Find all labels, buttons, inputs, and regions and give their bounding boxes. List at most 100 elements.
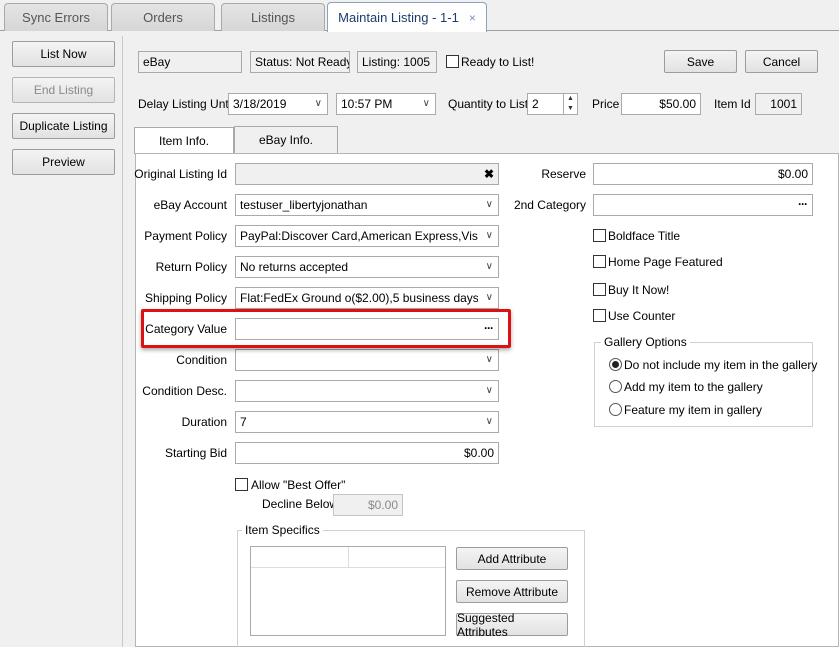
chevron-down-icon: ∨ <box>485 261 493 272</box>
condition-select[interactable]: ∨ <box>235 349 499 371</box>
spin-up-icon[interactable]: ▲ <box>564 94 577 104</box>
starting-bid-field[interactable]: $0.00 <box>235 442 499 464</box>
second-category-field[interactable]: ··· <box>593 194 813 216</box>
ready-to-list-checkbox[interactable] <box>446 55 459 68</box>
buy-it-now-label: Buy It Now! <box>608 283 670 297</box>
return-policy-label: Return Policy <box>155 260 227 274</box>
tab-listings[interactable]: Listings <box>221 3 325 31</box>
shipping-policy-value: Flat:FedEx Ground o($2.00),5 business da… <box>240 291 478 305</box>
payment-policy-select[interactable]: PayPal:Discover Card,American Express,Vi… <box>235 225 499 247</box>
quantity-value: 2 <box>532 97 539 111</box>
delay-listing-label: Delay Listing Until <box>138 97 235 111</box>
tab-item-info[interactable]: Item Info. <box>134 127 234 154</box>
add-attribute-button[interactable]: Add Attribute <box>456 547 568 570</box>
suggested-attributes-button[interactable]: Suggested Attributes <box>456 611 568 639</box>
tab-bar: Sync Errors Orders Listings Maintain Lis… <box>0 0 839 32</box>
tab-sync-errors[interactable]: Sync Errors <box>4 3 108 31</box>
gallery-none-radio[interactable] <box>609 358 622 371</box>
remove-attribute-button[interactable]: Remove Attribute <box>456 580 568 603</box>
chevron-down-icon: ∨ <box>485 199 493 210</box>
close-icon[interactable]: × <box>469 11 476 25</box>
tab-label: Orders <box>143 10 183 25</box>
condition-desc-label: Condition Desc. <box>142 384 227 398</box>
buy-it-now-checkbox[interactable] <box>593 283 606 296</box>
price-label: Price <box>592 97 620 111</box>
payment-policy-label: Payment Policy <box>144 229 227 243</box>
gallery-none-label: Do not include my item in the gallery <box>624 358 818 372</box>
ebay-account-select[interactable]: testuser_libertyjonathan ∨ <box>235 194 499 216</box>
gallery-feature-radio[interactable] <box>609 403 622 416</box>
tab-maintain-listing[interactable]: Maintain Listing - 1-1 × <box>327 2 487 32</box>
delay-date-value: 3/18/2019 <box>233 97 287 111</box>
delay-time-picker[interactable]: 10:57 PM ∨ <box>336 93 436 115</box>
duration-select[interactable]: 7 ∨ <box>235 411 499 433</box>
tab-label: Listings <box>250 10 296 25</box>
gallery-add-radio[interactable] <box>609 380 622 393</box>
preview-button[interactable]: Preview <box>12 149 115 175</box>
original-listing-field[interactable]: ✖ <box>235 163 499 185</box>
starting-bid-label: Starting Bid <box>164 446 227 460</box>
ellipsis-icon[interactable]: ··· <box>798 197 808 211</box>
chevron-down-icon: ∨ <box>422 98 430 109</box>
payment-policy-value: PayPal:Discover Card,American Express,Vi… <box>240 229 478 243</box>
action-sidebar: List Now End Listing Duplicate Listing P… <box>5 36 123 647</box>
condition-label: Condition <box>176 353 227 367</box>
second-category-label: 2nd Category <box>513 198 586 212</box>
tab-label: Maintain Listing - 1-1 <box>338 10 459 25</box>
condition-desc-select[interactable]: ∨ <box>235 380 499 402</box>
gallery-add-label: Add my item to the gallery <box>624 380 763 394</box>
home-featured-checkbox[interactable] <box>593 255 606 268</box>
chevron-down-icon: ∨ <box>485 230 493 241</box>
cancel-button[interactable]: Cancel <box>745 50 818 73</box>
return-policy-select[interactable]: No returns accepted ∨ <box>235 256 499 278</box>
price-field[interactable]: $50.00 <box>621 93 701 115</box>
status-field: Status: Not Ready <box>250 51 350 73</box>
item-id-label: Item Id <box>714 97 751 111</box>
reserve-label: Reserve <box>541 167 586 181</box>
ready-to-list-label: Ready to List! <box>461 55 535 69</box>
quantity-stepper[interactable]: 2 ▲ ▼ <box>527 93 578 115</box>
save-button[interactable]: Save <box>664 50 737 73</box>
decline-below-label: Decline Below <box>262 497 339 511</box>
decline-below-field[interactable]: $0.00 <box>333 494 403 516</box>
chevron-down-icon: ∨ <box>485 354 493 365</box>
clear-icon[interactable]: ✖ <box>484 167 494 181</box>
shipping-policy-label: Shipping Policy <box>144 291 227 305</box>
column-divider <box>348 547 349 568</box>
spinner-arrows[interactable]: ▲ ▼ <box>563 94 577 114</box>
chevron-down-icon: ∨ <box>485 385 493 396</box>
chevron-down-icon: ∨ <box>485 292 493 303</box>
ebay-account-label: eBay Account <box>153 198 227 212</box>
delay-date-picker[interactable]: 3/18/2019 ∨ <box>228 93 328 115</box>
end-listing-button[interactable]: End Listing <box>12 77 115 103</box>
original-listing-label: Original Listing Id <box>134 167 227 181</box>
channel-field: eBay <box>138 51 242 73</box>
listing-number-field: Listing: 1005 <box>357 51 437 73</box>
gallery-feature-label: Feature my item in gallery <box>624 403 763 417</box>
spin-down-icon[interactable]: ▼ <box>564 104 577 114</box>
item-specifics-title: Item Specifics <box>242 523 323 537</box>
quantity-label: Quantity to List <box>448 97 529 111</box>
delay-time-value: 10:57 PM <box>341 97 393 111</box>
best-offer-checkbox[interactable] <box>235 478 248 491</box>
boldface-checkbox[interactable] <box>593 229 606 242</box>
boldface-label: Boldface Title <box>608 229 681 243</box>
list-now-button[interactable]: List Now <box>12 41 115 67</box>
return-policy-value: No returns accepted <box>240 260 349 274</box>
shipping-policy-select[interactable]: Flat:FedEx Ground o($2.00),5 business da… <box>235 287 499 309</box>
chevron-down-icon: ∨ <box>314 98 322 109</box>
duration-label: Duration <box>181 415 227 429</box>
item-id-field: 1001 <box>755 93 802 115</box>
reserve-field[interactable]: $0.00 <box>593 163 813 185</box>
gallery-options-title: Gallery Options <box>601 335 690 349</box>
category-value-highlight <box>141 309 511 348</box>
use-counter-label: Use Counter <box>608 309 676 323</box>
home-featured-label: Home Page Featured <box>608 255 723 269</box>
duration-value: 7 <box>240 415 247 429</box>
tab-ebay-info[interactable]: eBay Info. <box>234 126 338 153</box>
attributes-grid[interactable] <box>250 546 446 636</box>
tab-orders[interactable]: Orders <box>111 3 215 31</box>
use-counter-checkbox[interactable] <box>593 309 606 322</box>
tab-label: Sync Errors <box>22 10 90 25</box>
duplicate-listing-button[interactable]: Duplicate Listing <box>12 113 115 139</box>
